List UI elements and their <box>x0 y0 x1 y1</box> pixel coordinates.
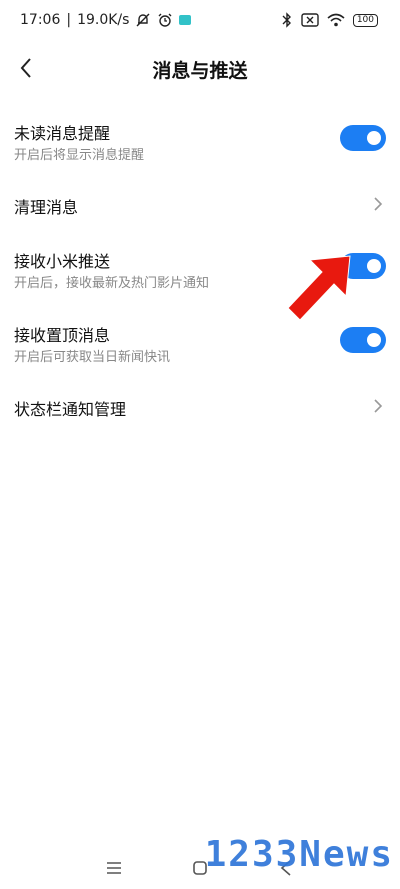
status-time: 17:06 <box>20 12 61 28</box>
toggle-knob <box>367 259 381 273</box>
setting-row-status-bar-notifications[interactable]: 状态栏通知管理 <box>0 386 400 426</box>
chevron-right-icon <box>374 197 383 211</box>
setting-subtitle: 开启后将显示消息提醒 <box>14 148 145 163</box>
watermark-logo: 1233News <box>204 834 394 875</box>
setting-row-clear-messages[interactable]: 清理消息 <box>0 184 400 224</box>
pinned-messages-toggle[interactable] <box>340 327 386 353</box>
app-notification-icon <box>179 15 192 25</box>
menu-button[interactable] <box>102 857 126 879</box>
wifi-icon <box>327 13 345 27</box>
page-title: 消息与推送 <box>152 60 248 82</box>
alarm-icon <box>158 13 172 27</box>
status-left: 17:06 | 19.0K/s <box>20 12 192 28</box>
setting-subtitle: 开启后，接收最新及热门影片通知 <box>14 276 210 291</box>
setting-title: 接收置顶消息 <box>14 326 111 345</box>
no-sim-icon <box>301 13 319 27</box>
setting-title: 状态栏通知管理 <box>14 400 127 419</box>
toggle-knob <box>367 333 381 347</box>
status-right: 100 <box>281 12 378 28</box>
toggle-knob <box>367 131 381 145</box>
mute-icon <box>136 13 150 27</box>
bluetooth-icon <box>282 12 291 28</box>
battery-icon: 100 <box>352 13 378 27</box>
setting-row-unread-reminder: 未读消息提醒 开启后将显示消息提醒 <box>0 112 400 172</box>
status-bar: 17:06 | 19.0K/s 100 <box>0 0 400 40</box>
chevron-right-icon <box>374 399 383 413</box>
status-separator: | <box>66 12 72 28</box>
header: 消息与推送 <box>0 40 400 96</box>
annotation-arrow-icon <box>287 255 351 321</box>
unread-reminder-toggle[interactable] <box>340 125 386 151</box>
status-network-speed: 19.0K/s <box>77 12 130 28</box>
setting-title: 接收小米推送 <box>14 252 111 271</box>
setting-title: 清理消息 <box>14 198 79 217</box>
menu-icon <box>107 862 121 874</box>
setting-subtitle: 开启后可获取当日新闻快讯 <box>14 350 171 365</box>
setting-title: 未读消息提醒 <box>14 124 111 143</box>
